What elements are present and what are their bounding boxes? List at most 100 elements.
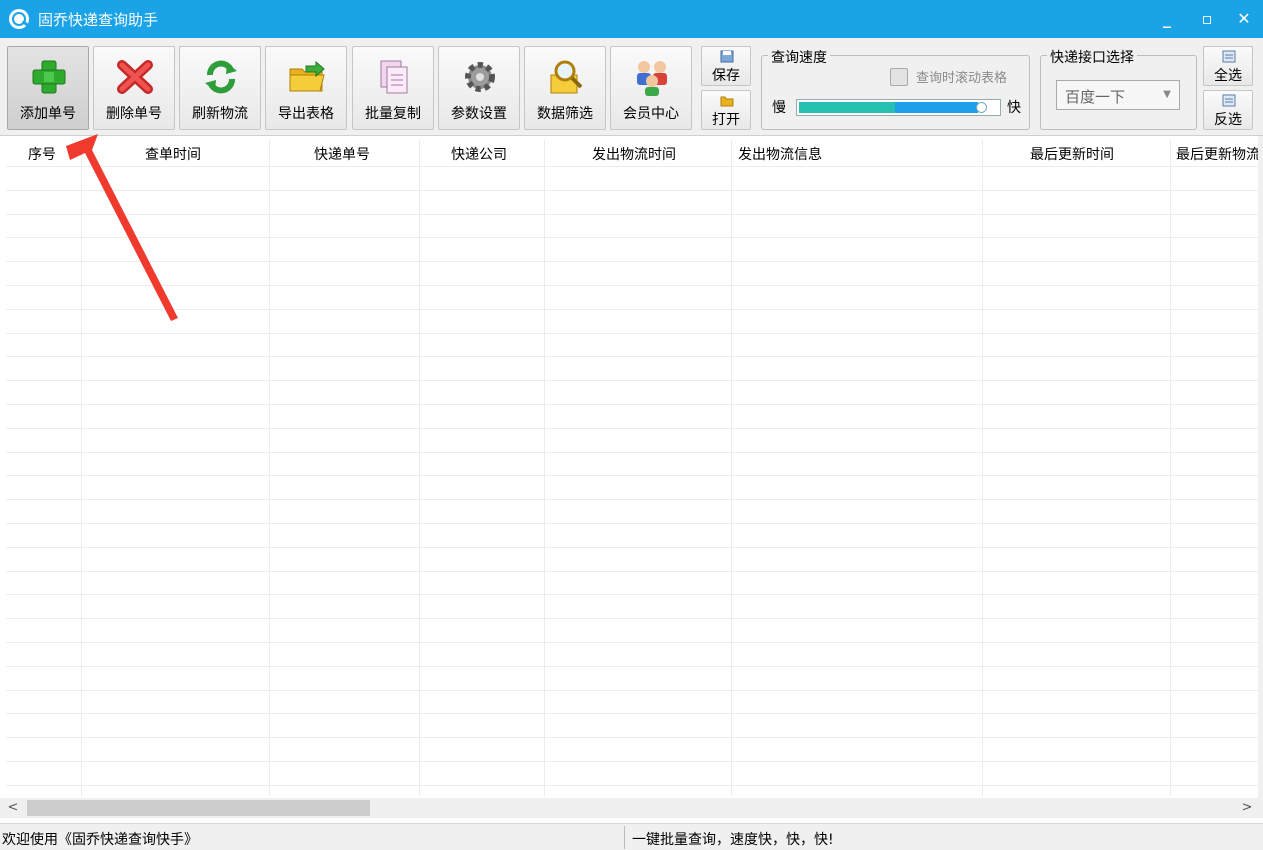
horizontal-scrollbar[interactable]: < > — [0, 798, 1263, 818]
add-number-label: 添加单号 — [20, 106, 76, 122]
scroll-table-label: 查询时滚动表格 — [916, 71, 1008, 86]
folder-export-icon — [289, 60, 325, 92]
speed-slider-fill-fast — [895, 102, 978, 113]
column-header[interactable]: 快递单号 — [314, 144, 370, 164]
save-button[interactable]: 保存 — [701, 46, 751, 86]
table-row[interactable] — [6, 618, 1259, 619]
status-separator — [624, 826, 625, 849]
open-label: 打开 — [712, 112, 740, 128]
table-row[interactable] — [6, 166, 1259, 167]
save-label: 保存 — [712, 68, 740, 84]
member-center-label: 会员中心 — [623, 106, 679, 122]
column-header[interactable]: 发出物流信息 — [738, 144, 822, 164]
invert-selection-button[interactable]: 反选 — [1203, 90, 1253, 130]
column-divider — [544, 140, 545, 796]
title-bar: 固乔快递查询助手 _ ▫ ✕ — [0, 0, 1263, 38]
data-filter-label: 数据筛选 — [537, 106, 593, 122]
api-select-group: 快递接口选择 百度一下 ▼ — [1040, 47, 1197, 130]
table-row[interactable] — [6, 499, 1259, 500]
delete-number-button[interactable]: 删除单号 — [93, 46, 175, 130]
member-center-button[interactable]: 会员中心 — [610, 46, 692, 130]
open-button[interactable]: 打开 — [701, 90, 751, 130]
refresh-logistics-label: 刷新物流 — [192, 106, 248, 122]
delete-number-label: 删除单号 — [106, 106, 162, 122]
table-row[interactable] — [6, 523, 1259, 524]
chevron-down-icon: ▼ — [1163, 89, 1171, 100]
scrollbar-thumb[interactable] — [27, 800, 370, 816]
column-header[interactable]: 最后更新时间 — [1030, 144, 1114, 164]
copy-documents-icon — [380, 60, 408, 94]
speed-slider-thumb[interactable] — [976, 102, 987, 113]
table-row[interactable] — [6, 642, 1259, 643]
table-row[interactable] — [6, 547, 1259, 548]
column-header[interactable]: 快递公司 — [451, 144, 507, 164]
refresh-icon — [205, 60, 237, 94]
column-divider — [1170, 140, 1171, 796]
members-icon — [637, 61, 667, 96]
minimize-icon[interactable]: _ — [1152, 4, 1182, 34]
gear-icon — [465, 62, 495, 92]
scroll-left-icon[interactable]: < — [4, 799, 22, 817]
query-speed-group: 查询速度 查询时滚动表格 慢 快 — [761, 47, 1030, 130]
table-row[interactable] — [6, 309, 1259, 310]
parameter-settings-button[interactable]: 参数设置 — [438, 46, 520, 130]
plus-icon — [32, 60, 66, 94]
slow-label: 慢 — [772, 100, 786, 116]
export-table-label: 导出表格 — [278, 106, 334, 122]
column-header[interactable]: 发出物流时间 — [592, 144, 676, 164]
table-row[interactable] — [6, 571, 1259, 572]
table-row[interactable] — [6, 380, 1259, 381]
close-icon[interactable]: ✕ — [1229, 4, 1259, 34]
speed-slider-fill-slow — [799, 102, 895, 113]
table-row[interactable] — [6, 690, 1259, 691]
table-row[interactable] — [6, 190, 1259, 191]
table-row[interactable] — [6, 285, 1259, 286]
table-row[interactable] — [6, 785, 1259, 786]
status-slogan-text: 一键批量查询，速度快，快，快! — [632, 832, 834, 848]
table-row[interactable] — [6, 666, 1259, 667]
status-welcome-text: 欢迎使用《固乔快递查询快手》 — [2, 832, 198, 848]
column-divider — [982, 140, 983, 796]
table-row[interactable] — [6, 737, 1259, 738]
scroll-right-icon[interactable]: > — [1238, 799, 1256, 817]
fast-label: 快 — [1007, 100, 1021, 116]
table-row[interactable] — [6, 475, 1259, 476]
refresh-logistics-button[interactable]: 刷新物流 — [179, 46, 261, 130]
scroll-table-checkbox[interactable] — [890, 68, 908, 86]
select-all-button[interactable]: 全选 — [1203, 46, 1253, 86]
table-row[interactable] — [6, 594, 1259, 595]
table-row[interactable] — [6, 356, 1259, 357]
table-row[interactable] — [6, 713, 1259, 714]
magnifier-filter-icon — [550, 60, 583, 94]
save-icon — [720, 50, 734, 63]
table-row[interactable] — [6, 333, 1259, 334]
open-folder-icon — [720, 96, 734, 107]
table-row[interactable] — [6, 452, 1259, 453]
table-row[interactable] — [6, 428, 1259, 429]
data-filter-button[interactable]: 数据筛选 — [524, 46, 606, 130]
column-divider — [269, 140, 270, 796]
table-row[interactable] — [6, 761, 1259, 762]
add-number-button[interactable]: 添加单号 — [7, 46, 89, 130]
column-header[interactable]: 查单时间 — [145, 144, 201, 164]
maximize-icon[interactable]: ▫ — [1192, 4, 1222, 34]
app-search-icon — [9, 9, 30, 29]
batch-copy-label: 批量复制 — [365, 106, 421, 122]
table-right-edge — [1258, 136, 1263, 798]
speed-slider[interactable] — [796, 99, 1001, 116]
export-table-button[interactable]: 导出表格 — [265, 46, 347, 130]
column-header[interactable]: 最后更新物流 — [1176, 144, 1258, 164]
column-header[interactable]: 序号 — [28, 144, 56, 164]
table-row[interactable] — [6, 214, 1259, 215]
column-divider — [419, 140, 420, 796]
table-header: 序号 查单时间 快递单号 快递公司 发出物流时间 发出物流信息 最后更新时间 最… — [0, 136, 1259, 170]
invert-selection-label: 反选 — [1214, 112, 1242, 128]
table-row[interactable] — [6, 237, 1259, 238]
table-row[interactable] — [6, 261, 1259, 262]
parameter-settings-label: 参数设置 — [451, 106, 507, 122]
table-row[interactable] — [6, 404, 1259, 405]
column-divider — [81, 140, 82, 796]
batch-copy-button[interactable]: 批量复制 — [352, 46, 434, 130]
api-select-dropdown[interactable]: 百度一下 ▼ — [1056, 80, 1180, 110]
list-icon — [1222, 50, 1236, 63]
